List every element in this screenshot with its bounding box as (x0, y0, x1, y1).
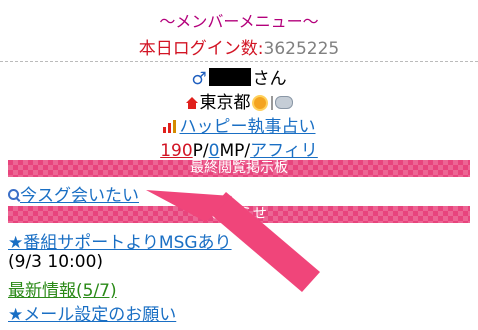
notice-header: お知らせ (8, 206, 470, 223)
points-row: 190P/0MP/アフィリ (0, 136, 478, 161)
affiliate-link[interactable]: アフィリ (250, 141, 318, 161)
login-count-value: 3625225 (263, 39, 340, 59)
cloud-icon (274, 96, 293, 109)
sun-icon (253, 97, 266, 109)
mail-points-unit: MP/ (219, 141, 251, 161)
magnifier-icon (8, 189, 19, 200)
prefecture-label: 東京都 (199, 93, 251, 113)
fortune-row: ハッピー執事占い (0, 112, 478, 137)
menu-title: ～メンバーメニュー～ (159, 12, 319, 31)
house-icon (185, 97, 198, 109)
notice-link-mail-settings[interactable]: ★メール設定のお願い (8, 305, 176, 325)
points-unit: P/ (192, 141, 209, 161)
login-count-row: 本日ログイン数:3625225 (0, 34, 478, 59)
male-icon: ♂ (191, 69, 207, 89)
points-link[interactable]: 190 (160, 141, 192, 161)
notice-item: ★番組サポートよりMSGあり (8, 228, 232, 253)
last-viewed-row: 今スグ会いたい (8, 181, 139, 206)
notice-timestamp: (9/3 10:00) (8, 252, 104, 272)
redacted-username (208, 68, 251, 86)
fortune-link[interactable]: ハッピー執事占い (180, 117, 316, 137)
notice-item: 最新情報(5/7) (8, 276, 117, 301)
location-row: 東京都 (0, 88, 478, 113)
login-count-label: 本日ログイン数: (138, 39, 264, 59)
weather-separator (270, 96, 273, 110)
notice-link-latest-info[interactable]: 最新情報(5/7) (8, 281, 117, 301)
user-row: ♂ さん (0, 64, 478, 89)
last-viewed-header: 最終閲覧掲示板 (8, 160, 470, 177)
notice-link-support-msg[interactable]: ★番組サポートよりMSGあり (8, 233, 232, 253)
dotted-divider (0, 61, 478, 62)
ranking-bars-icon (162, 120, 177, 133)
last-viewed-board-link[interactable]: 今スグ会いたい (20, 186, 139, 206)
user-honorific: さん (252, 69, 287, 89)
notice-item: ★メール設定のお願い (8, 300, 176, 325)
mail-points-link[interactable]: 0 (209, 141, 220, 161)
